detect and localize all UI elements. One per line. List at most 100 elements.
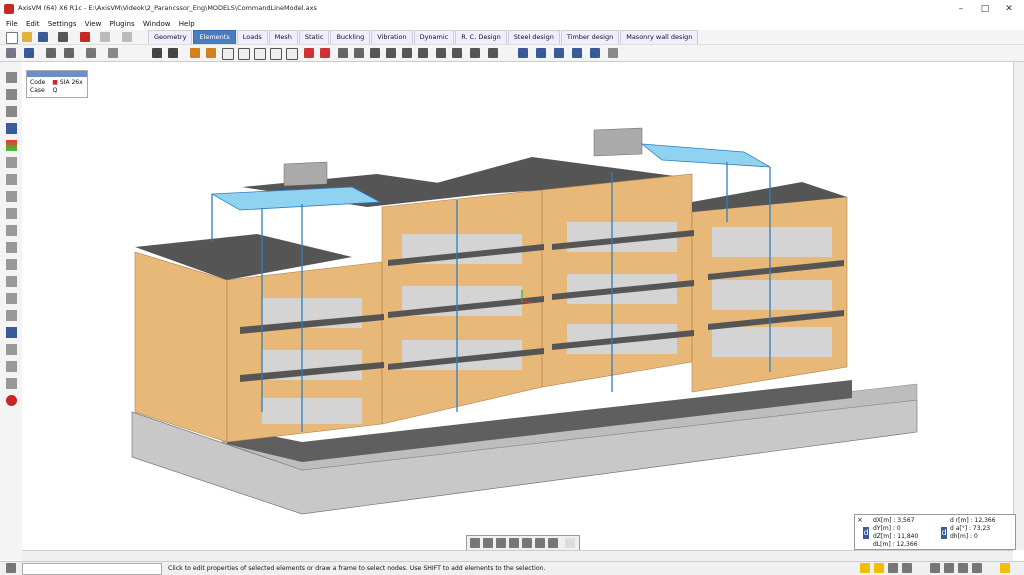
perspective-icon[interactable] (548, 538, 558, 548)
redo-icon[interactable] (122, 32, 132, 42)
axis-frame-icon[interactable] (590, 48, 600, 58)
intersect-icon[interactable] (6, 191, 17, 202)
menu-file[interactable]: File (6, 18, 18, 30)
undo-icon[interactable] (100, 32, 110, 42)
membrane-icon[interactable] (238, 48, 250, 60)
surface-support-icon[interactable] (354, 48, 364, 58)
layers-icon[interactable] (930, 563, 940, 573)
material-library-icon[interactable] (152, 48, 162, 58)
dimension-icon[interactable] (6, 174, 17, 185)
tab-mesh[interactable]: Mesh (268, 30, 298, 44)
shell-icon[interactable] (254, 48, 266, 60)
node-numbering-icon[interactable] (6, 157, 17, 168)
command-line-icon[interactable] (6, 563, 16, 573)
case-value[interactable]: Q (53, 87, 58, 94)
tab-geometry[interactable]: Geometry (148, 30, 193, 44)
scale-icon[interactable] (6, 242, 17, 253)
tab-loads[interactable]: Loads (236, 30, 268, 44)
edge-hinge-icon[interactable] (452, 48, 462, 58)
menu-plugins[interactable]: Plugins (110, 18, 135, 30)
fly-icon[interactable] (522, 538, 532, 548)
layer-icon[interactable] (6, 48, 16, 58)
wrench-icon[interactable] (6, 378, 17, 389)
axis-x-icon[interactable] (518, 48, 528, 58)
axis-y-icon[interactable] (536, 48, 546, 58)
warning-icon[interactable] (6, 395, 17, 406)
reference-icon[interactable] (470, 48, 480, 58)
nodal-support-icon[interactable] (320, 48, 330, 58)
horizontal-scrollbar[interactable] (22, 550, 1013, 561)
section-icon[interactable] (6, 327, 17, 338)
close-icon[interactable] (565, 538, 575, 548)
zoom-icon[interactable] (6, 89, 17, 100)
tab-static[interactable]: Static (298, 30, 330, 44)
select-arrow-icon[interactable] (6, 72, 17, 83)
units-icon[interactable] (958, 563, 968, 573)
axis-rotate-icon[interactable] (572, 48, 582, 58)
slab-icon[interactable] (286, 48, 298, 60)
rotate-icon[interactable] (6, 276, 17, 287)
menu-help[interactable]: Help (179, 18, 195, 30)
status-help-icon[interactable] (1000, 563, 1010, 573)
wall-icon[interactable] (270, 48, 282, 60)
workplane-icon[interactable] (6, 361, 17, 372)
color-coding-icon[interactable] (6, 140, 17, 151)
menu-edit[interactable]: Edit (26, 18, 40, 30)
walk-icon[interactable] (509, 538, 519, 548)
mesh-icon[interactable] (488, 48, 498, 58)
code-value[interactable]: SIA 26x (60, 79, 83, 86)
tab-vibration[interactable]: Vibration (371, 30, 413, 44)
vertical-scrollbar[interactable] (1013, 62, 1024, 550)
extend-icon[interactable] (6, 310, 17, 321)
gap-icon[interactable] (418, 48, 428, 58)
diaphragm-icon[interactable] (386, 48, 396, 58)
grid-snap-icon[interactable] (874, 563, 884, 573)
open-file-icon[interactable] (22, 32, 32, 42)
coordinate-icon[interactable] (6, 106, 17, 117)
menu-settings[interactable]: Settings (48, 18, 77, 30)
link-icon[interactable] (436, 48, 446, 58)
polar-icon[interactable] (902, 563, 912, 573)
rotate-view-icon[interactable] (496, 538, 506, 548)
tab-elements[interactable]: Elements (193, 30, 236, 44)
plate-icon[interactable] (222, 48, 234, 60)
save-icon[interactable] (38, 32, 48, 42)
tab-steel-design[interactable]: Steel design (507, 30, 560, 44)
building-icon[interactable] (608, 48, 618, 58)
mirror-icon[interactable] (6, 259, 17, 270)
spring-icon[interactable] (402, 48, 412, 58)
stories-icon[interactable] (24, 48, 34, 58)
close-button[interactable]: ✕ (998, 2, 1020, 16)
maximize-button[interactable]: □ (974, 2, 996, 16)
new-file-icon[interactable] (6, 32, 18, 44)
orbit-icon[interactable] (470, 538, 480, 548)
move-icon[interactable] (6, 225, 17, 236)
cross-section-library-icon[interactable] (168, 48, 178, 58)
settings-icon[interactable] (972, 563, 982, 573)
render-icon[interactable] (6, 123, 17, 134)
view-icon[interactable] (108, 48, 118, 58)
truss-icon[interactable] (190, 48, 200, 58)
report-icon[interactable] (64, 48, 74, 58)
measure-icon[interactable] (6, 208, 17, 219)
command-input[interactable] (22, 563, 162, 575)
guides-icon[interactable] (944, 563, 954, 573)
line-support-icon[interactable] (338, 48, 348, 58)
ortho-icon[interactable] (888, 563, 898, 573)
pdf-icon[interactable] (80, 32, 90, 42)
beam-icon[interactable] (206, 48, 216, 58)
coord-close-icon[interactable]: × (857, 516, 863, 524)
snap-icon[interactable] (860, 563, 870, 573)
tab-masonry-wall-design[interactable]: Masonry wall design (620, 30, 699, 44)
tab-dynamic[interactable]: Dynamic (413, 30, 455, 44)
model-viewport[interactable] (22, 62, 1013, 550)
display-icon[interactable] (86, 48, 96, 58)
rigid-element-icon[interactable] (370, 48, 380, 58)
tab-rc-design[interactable]: R. C. Design (455, 30, 507, 44)
menu-window[interactable]: Window (143, 18, 171, 30)
minimize-button[interactable]: – (950, 2, 972, 16)
camera-icon[interactable] (535, 538, 545, 548)
tab-timber-design[interactable]: Timber design (560, 30, 620, 44)
table-icon[interactable] (46, 48, 56, 58)
divide-icon[interactable] (6, 293, 17, 304)
